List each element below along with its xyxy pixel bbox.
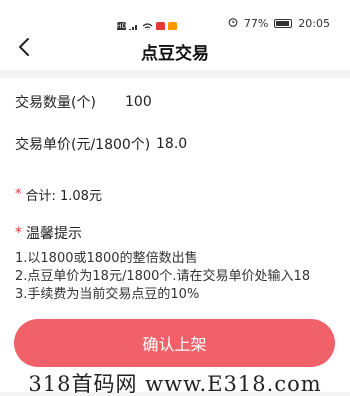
battery-percent: 77% bbox=[243, 17, 269, 30]
required-star: * bbox=[15, 187, 22, 202]
price-row: 交易单价(元/1800个) 18.0 bbox=[15, 134, 187, 154]
battery-icon bbox=[274, 19, 293, 28]
price-input[interactable]: 18.0 bbox=[156, 136, 187, 152]
status-icons-right: 77% 20:05 bbox=[228, 17, 330, 30]
alarm-icon bbox=[228, 17, 238, 30]
watermark-text: 318首码网 www.E318.com bbox=[28, 372, 322, 396]
tips-star: * bbox=[15, 225, 22, 241]
quantity-input[interactable]: 100 bbox=[125, 94, 152, 110]
quantity-row: 交易数量(个) 100 bbox=[15, 92, 152, 112]
tip-item: 2.点豆单价为18元/1800个.请在交易单价处输入18 bbox=[15, 269, 311, 284]
tips-list: 1.以1800或1800的整倍数出售 2.点豆单价为18元/1800个.请在交易… bbox=[15, 250, 310, 304]
confirm-listing-button[interactable]: 确认上架 bbox=[14, 319, 335, 367]
tips-title: * 温馨提示 bbox=[15, 223, 82, 243]
total-amount: 合计: 1.08元 bbox=[25, 189, 102, 204]
clock-time: 20:05 bbox=[298, 17, 330, 30]
quantity-label: 交易数量(个) bbox=[15, 95, 96, 111]
total-row: * 合计: 1.08元 bbox=[15, 185, 102, 204]
page-title: 点豆交易 bbox=[141, 44, 209, 64]
status-bar: HD 77% 20:05 bbox=[0, 0, 350, 32]
price-label: 交易单价(元/1800个) bbox=[15, 137, 151, 153]
trade-form-card: 交易数量(个) 100 交易单价(元/1800个) 18.0 * 合计: 1.0… bbox=[0, 78, 350, 392]
tip-item: 1.以1800或1800的整倍数出售 bbox=[15, 251, 198, 266]
tip-item: 3.手续费为当前交易点豆的10% bbox=[15, 287, 200, 302]
nav-bar: 点豆交易 bbox=[0, 30, 350, 70]
tips-title-text: 温馨提示 bbox=[26, 226, 82, 242]
